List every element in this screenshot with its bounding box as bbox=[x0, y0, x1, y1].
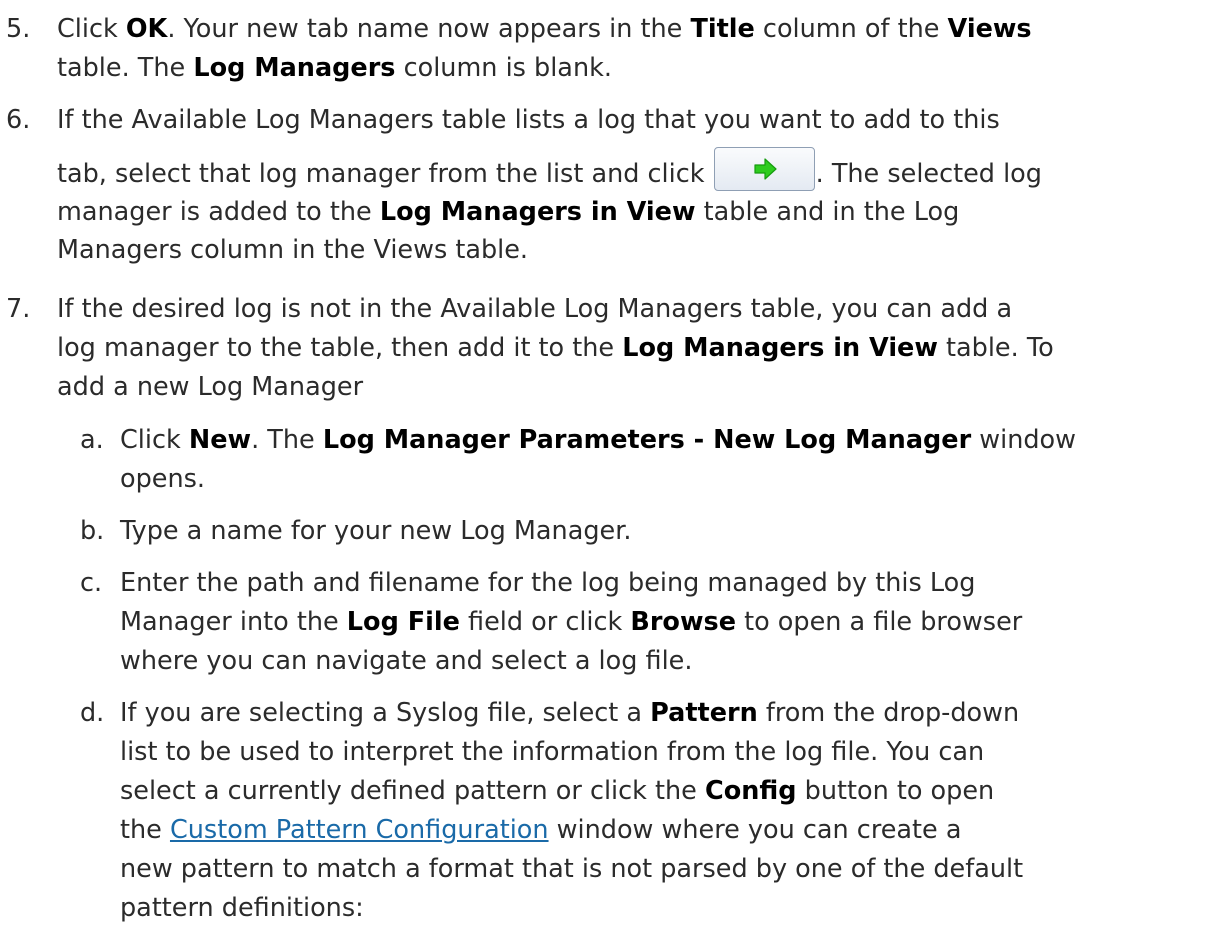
add-to-view-button[interactable] bbox=[713, 147, 815, 191]
step-text: Click OK. Your new tab name now appears … bbox=[57, 14, 1032, 83]
title-term: Title bbox=[690, 14, 755, 44]
step-number: 7. bbox=[6, 294, 31, 324]
substep-text: Click New. The Log Manager Parameters - … bbox=[120, 425, 1077, 494]
browse-term: Browse bbox=[630, 607, 736, 637]
log-manager-parameters-term: Log Manager Parameters - New Log Manager bbox=[322, 425, 972, 455]
views-term: Views bbox=[947, 14, 1032, 44]
custom-pattern-configuration-link[interactable]: Custom Pattern Configuration bbox=[170, 815, 549, 845]
substep-letter: c. bbox=[80, 568, 103, 598]
log-managers-term: Log Managers bbox=[193, 53, 396, 83]
pattern-term: Pattern bbox=[650, 698, 758, 728]
new-term: New bbox=[188, 425, 252, 455]
substep-text: If you are selecting a Syslog file, sele… bbox=[120, 698, 1024, 923]
config-term: Config bbox=[704, 776, 797, 806]
substep-letter: a. bbox=[80, 425, 104, 455]
log-file-term: Log File bbox=[346, 607, 460, 637]
green-right-arrow-icon bbox=[754, 158, 777, 180]
log-managers-in-view-term: Log Managers in View bbox=[379, 197, 696, 227]
substep-text: Type a name for your new Log Manager. bbox=[120, 516, 632, 546]
substep-text: Enter the path and filename for the log … bbox=[120, 568, 1023, 676]
step-number: 5. bbox=[6, 14, 31, 44]
log-managers-in-view-term: Log Managers in View bbox=[622, 333, 938, 363]
ok-term: OK bbox=[125, 14, 168, 44]
substep-letter: d. bbox=[80, 698, 105, 728]
step-text: If the desired log is not in the Availab… bbox=[57, 294, 1054, 402]
step-text: If the Available Log Managers table list… bbox=[57, 105, 1042, 265]
step-number: 6. bbox=[6, 105, 31, 135]
substep-letter: b. bbox=[80, 516, 105, 546]
